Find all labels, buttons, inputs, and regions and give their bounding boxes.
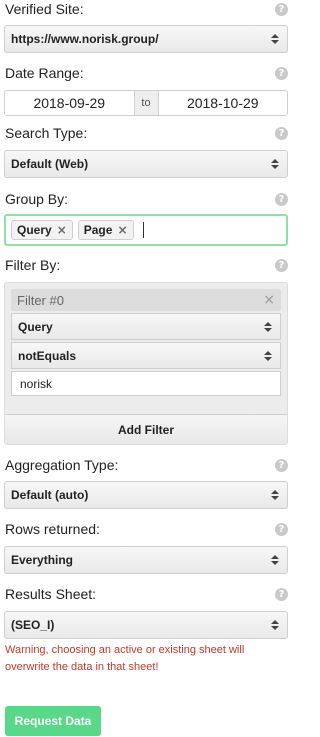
rows-returned-label: Rows returned: — [5, 521, 100, 537]
search-type-value: Default (Web) — [11, 157, 89, 171]
rows-returned-value: Everything — [11, 553, 74, 567]
close-icon[interactable]: × — [263, 292, 275, 308]
filter-by-label-row: Filter By: ? — [5, 256, 288, 274]
results-sheet-value: (SEO_I) — [11, 618, 55, 632]
rows-returned-label-row: Rows returned: ? — [5, 520, 288, 538]
group-by-tag-page: Page × — [77, 220, 134, 240]
select-arrows-icon — [271, 159, 279, 169]
verified-site-select[interactable]: https://www.norisk.group/ — [4, 25, 288, 53]
remove-tag-icon[interactable]: × — [117, 223, 127, 237]
date-range-separator: to — [133, 91, 159, 115]
results-sheet-label-row: Results Sheet: ? — [5, 585, 288, 603]
date-range-label: Date Range: — [5, 65, 84, 81]
aggregation-type-label: Aggregation Type: — [5, 457, 119, 473]
filter-title: Filter #0 — [17, 292, 64, 308]
tag-label: Query — [17, 223, 52, 237]
start-date-input[interactable]: 2018-09-29 — [5, 91, 134, 115]
filter-dimension-value: Query — [18, 319, 53, 334]
group-by-label-row: Group By: ? — [5, 190, 288, 208]
tag-label: Page — [83, 223, 113, 237]
search-type-label: Search Type: — [5, 125, 88, 141]
verified-site-label-row: Verified Site: ? — [5, 0, 288, 18]
group-by-input[interactable]: Query × Page × — [4, 214, 288, 246]
end-date-input[interactable]: 2018-10-29 — [158, 91, 287, 115]
help-icon[interactable]: ? — [275, 458, 288, 472]
search-type-label-row: Search Type: ? — [5, 124, 288, 142]
group-by-tag-query: Query × — [11, 220, 73, 240]
search-type-select[interactable]: Default (Web) — [4, 150, 288, 178]
date-range-input: 2018-09-29 to 2018-10-29 — [4, 90, 288, 116]
filter-expression-input[interactable]: norisk — [11, 371, 281, 396]
results-sheet-select[interactable]: (SEO_I) — [4, 611, 288, 639]
filter-dimension-select[interactable]: Query — [11, 313, 281, 340]
filter-by-label: Filter By: — [5, 257, 61, 273]
help-icon[interactable]: ? — [275, 258, 288, 272]
select-arrows-icon — [271, 555, 279, 565]
results-sheet-label: Results Sheet: — [5, 586, 97, 602]
help-icon[interactable]: ? — [275, 522, 288, 536]
rows-returned-select[interactable]: Everything — [4, 546, 288, 574]
filter-operator-select[interactable]: notEquals — [11, 342, 281, 369]
verified-site-label: Verified Site: — [5, 1, 84, 17]
verified-site-value: https://www.norisk.group/ — [11, 32, 159, 46]
filter-operator-value: notEquals — [18, 348, 77, 363]
help-icon[interactable]: ? — [275, 587, 288, 601]
aggregation-type-label-row: Aggregation Type: ? — [5, 456, 288, 474]
remove-tag-icon[interactable]: × — [57, 223, 67, 237]
overwrite-warning: Warning, choosing an active or existing … — [5, 644, 245, 673]
add-filter-button[interactable]: Add Filter — [5, 414, 287, 444]
select-arrows-icon — [264, 350, 272, 361]
help-icon[interactable]: ? — [275, 2, 288, 16]
request-data-button[interactable]: Request Data — [5, 706, 101, 736]
help-icon[interactable]: ? — [275, 126, 288, 140]
select-arrows-icon — [271, 34, 279, 44]
text-caret — [142, 222, 144, 238]
help-icon[interactable]: ? — [275, 192, 288, 206]
aggregation-type-select[interactable]: Default (auto) — [4, 481, 288, 509]
select-arrows-icon — [264, 321, 272, 332]
filter-panel: Filter #0 × Query notEquals norisk Add F… — [4, 282, 288, 445]
help-icon[interactable]: ? — [275, 66, 288, 80]
select-arrows-icon — [271, 620, 279, 630]
group-by-label: Group By: — [5, 191, 69, 207]
aggregation-type-value: Default (auto) — [11, 488, 89, 502]
filter-header: Filter #0 × — [11, 289, 281, 311]
select-arrows-icon — [271, 490, 279, 500]
date-range-label-row: Date Range: ? — [5, 64, 288, 82]
